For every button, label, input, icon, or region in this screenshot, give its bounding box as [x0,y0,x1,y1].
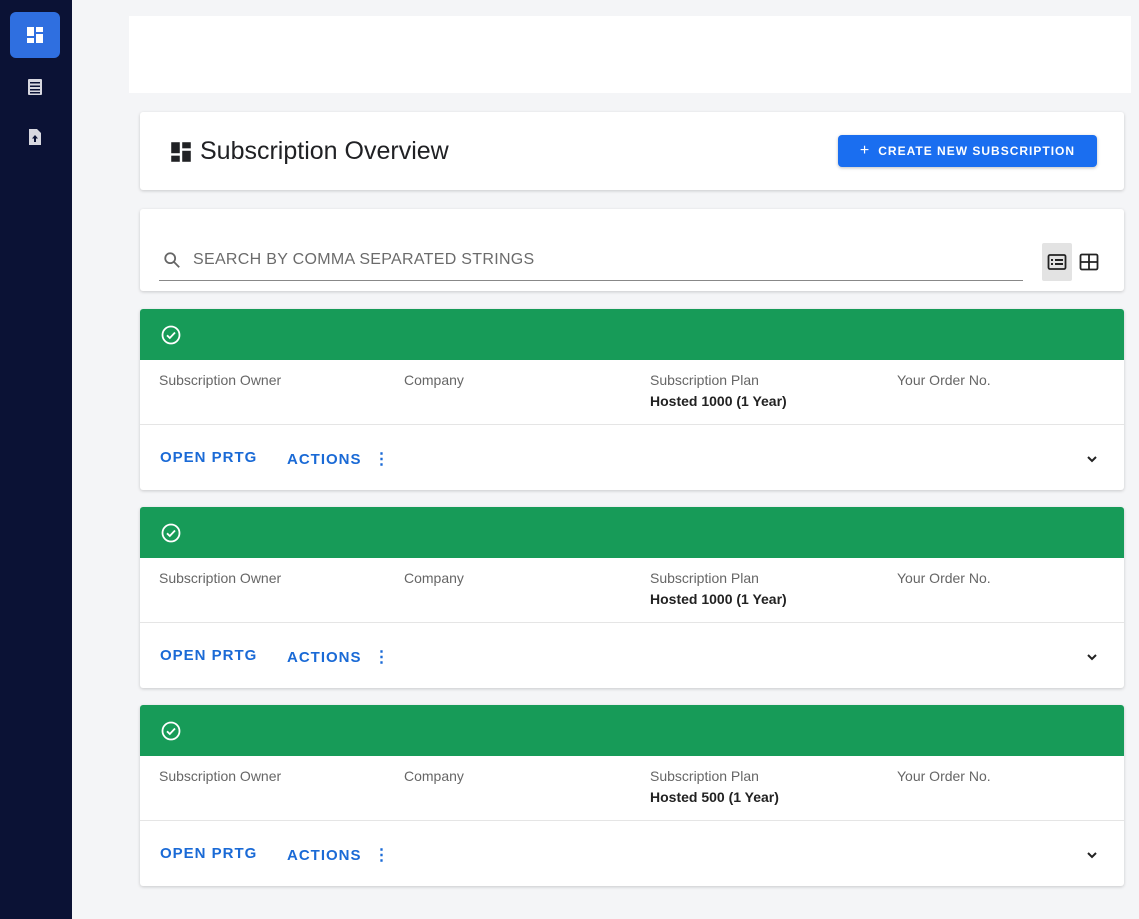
company-label: Company [404,372,464,388]
create-subscription-button[interactable]: + CREATE NEW SUBSCRIPTION [838,135,1097,167]
actions-button[interactable]: ACTIONS ⋮ [287,845,391,865]
order-label: Your Order No. [897,372,991,388]
top-bar [129,16,1131,93]
chevron-down-icon [1087,654,1097,661]
check-circle-icon [161,523,181,543]
search-panel [140,209,1124,291]
company-label: Company [404,768,464,784]
grid-view-toggle[interactable] [1074,243,1104,281]
sidebar [0,0,72,919]
plan-label: Subscription Plan [650,570,759,586]
divider [140,424,1124,425]
dashboard-icon [27,27,43,43]
subscription-card: Subscription Owner Company Subscription … [140,309,1124,490]
check-circle-icon [161,721,181,741]
actions-label: ACTIONS [287,450,362,468]
create-subscription-label: CREATE NEW SUBSCRIPTION [878,144,1076,158]
divider [140,622,1124,623]
open-prtg-button[interactable]: OPEN PRTG [160,449,257,466]
subscription-status-header [140,705,1124,756]
page-header: Subscription Overview + CREATE NEW SUBSC… [140,112,1124,190]
subscription-card: Subscription Owner Company Subscription … [140,705,1124,886]
sidebar-item-document[interactable] [10,114,60,160]
more-vert-icon: ⋮ [373,847,391,864]
sidebar-item-list[interactable] [10,64,60,110]
subscription-status-header [140,507,1124,558]
actions-button[interactable]: ACTIONS ⋮ [287,647,391,667]
owner-label: Subscription Owner [159,768,282,784]
check-circle-icon [161,325,181,345]
plan-label: Subscription Plan [650,372,759,388]
order-label: Your Order No. [897,570,991,586]
chevron-down-icon [1087,852,1097,859]
more-vert-icon: ⋮ [373,451,391,468]
list-view-toggle[interactable] [1042,243,1072,281]
actions-label: ACTIONS [287,648,362,666]
page-title-text: Subscription Overview [200,137,449,165]
list-view-icon [1047,254,1067,270]
plan-value: Hosted 500 (1 Year) [650,789,779,805]
plan-label: Subscription Plan [650,768,759,784]
actions-button[interactable]: ACTIONS ⋮ [287,449,391,469]
expand-button[interactable] [1080,843,1104,867]
plan-value: Hosted 1000 (1 Year) [650,591,787,607]
more-vert-icon: ⋮ [373,649,391,666]
page-title: Subscription Overview [170,137,449,166]
open-prtg-button[interactable]: OPEN PRTG [160,647,257,664]
search-field [159,239,1023,281]
search-icon [164,251,180,268]
subscription-card: Subscription Owner Company Subscription … [140,507,1124,688]
expand-button[interactable] [1080,645,1104,669]
owner-label: Subscription Owner [159,372,282,388]
expand-button[interactable] [1080,447,1104,471]
grid-view-icon [1079,253,1099,271]
search-input[interactable] [193,250,1023,269]
divider [140,820,1124,821]
list-icon [28,79,42,95]
subscription-status-header [140,309,1124,360]
chevron-down-icon [1087,456,1097,463]
owner-label: Subscription Owner [159,570,282,586]
open-prtg-button[interactable]: OPEN PRTG [160,845,257,862]
plan-value: Hosted 1000 (1 Year) [650,393,787,409]
sidebar-item-dashboard[interactable] [10,12,60,58]
order-label: Your Order No. [897,768,991,784]
document-upload-icon [29,129,41,145]
dashboard-icon [171,141,191,162]
actions-label: ACTIONS [287,846,362,864]
company-label: Company [404,570,464,586]
plus-icon: + [859,142,871,159]
